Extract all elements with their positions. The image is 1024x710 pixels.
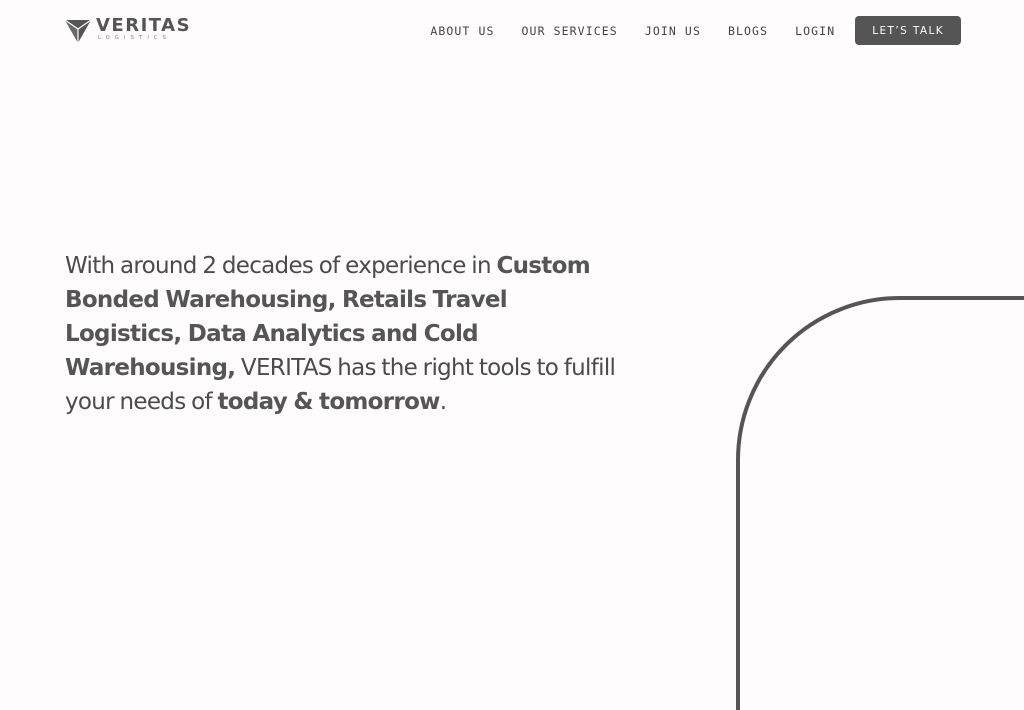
triangle-logo-icon <box>65 19 91 43</box>
nav-our-services[interactable]: OUR SERVICES <box>522 24 618 38</box>
page: VERITAS LOGISTICS ABOUT US OUR SERVICES … <box>0 0 1024 710</box>
brand-tagline: LOGISTICS <box>98 35 172 41</box>
hero-text: With around 2 decades of experience in C… <box>65 249 625 419</box>
brand-name: VERITAS <box>96 15 192 36</box>
logo-text: VERITAS LOGISTICS <box>96 17 191 42</box>
hero-text-part3: . <box>439 389 447 415</box>
hero-highlight-today-tomorrow: today & tomorrow <box>217 389 440 415</box>
nav-join-us[interactable]: JOIN US <box>645 24 701 38</box>
lets-talk-button[interactable]: LET’S TALK <box>855 16 961 45</box>
brand-logo[interactable]: VERITAS LOGISTICS <box>65 17 191 44</box>
hero-text-part1: With around 2 decades of experience in <box>65 253 497 279</box>
nav-login[interactable]: LOGIN <box>795 24 835 38</box>
nav-blogs[interactable]: BLOGS <box>728 24 768 38</box>
main-nav: ABOUT US OUR SERVICES JOIN US BLOGS LOGI… <box>430 16 961 45</box>
nav-about-us[interactable]: ABOUT US <box>430 24 494 38</box>
